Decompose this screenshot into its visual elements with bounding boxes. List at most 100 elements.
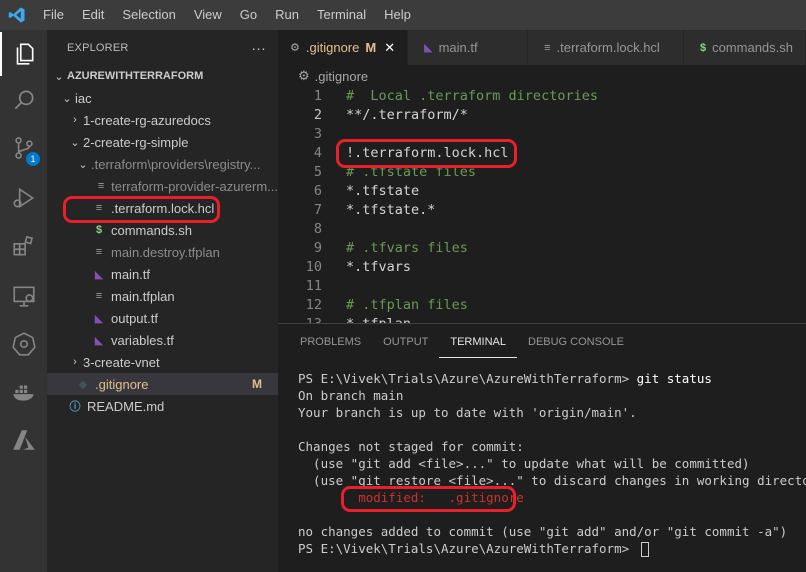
- tree-item[interactable]: ⌄ iac: [47, 87, 278, 109]
- menu-terminal[interactable]: Terminal: [308, 0, 375, 30]
- terminal-line: no changes added to commit (use "git add…: [298, 523, 787, 540]
- tree-item-label: main.tf: [111, 266, 151, 282]
- menu-file[interactable]: File: [34, 0, 73, 30]
- run-debug-icon[interactable]: [0, 176, 47, 220]
- editor-tabs: ⚙ .gitignore M ✕ ◣ main.tf ≡ .terraform.lock.hc…: [278, 30, 806, 65]
- chevron-right-icon[interactable]: ›: [67, 114, 83, 126]
- file-lines-icon: ≡: [544, 41, 551, 54]
- code-text: *.tfvars: [346, 259, 412, 275]
- terminal-line: PS E:\Vivek\Trials\Azure\AzureWithTerraf…: [298, 370, 712, 387]
- code-line: 7 *.tfstate.*: [278, 201, 806, 220]
- tab-main-tf[interactable]: ◣ main.tf: [408, 30, 529, 65]
- file-lines-icon: ≡: [95, 290, 103, 302]
- tree-item[interactable]: ⓘ README.md: [47, 395, 278, 417]
- tab-gitignore[interactable]: ⚙ .gitignore M ✕: [278, 30, 409, 65]
- tree-item-label: 3-create-vnet: [83, 354, 160, 370]
- chevron-down-icon[interactable]: ⌄: [59, 92, 75, 105]
- code-line: 6 *.tfstate: [278, 182, 806, 201]
- tree-item[interactable]: ≡ main.tfplan: [47, 285, 278, 307]
- tree-item-label: .terraform\providers\registry...: [91, 156, 261, 172]
- title-bar: File Edit Selection View Go Run Terminal Help: [0, 0, 806, 30]
- tree-item-label: 1-create-rg-azuredocs: [83, 112, 211, 128]
- chevron-down-icon[interactable]: ⌄: [51, 70, 67, 83]
- terminal-line: PS E:\Vivek\Trials\Azure\AzureWithTerraf…: [298, 540, 649, 557]
- extensions-icon[interactable]: [0, 224, 47, 268]
- kubernetes-icon[interactable]: [0, 322, 47, 366]
- terraform-icon: ◣: [424, 42, 433, 54]
- explorer-files-icon[interactable]: [0, 32, 47, 76]
- tree-item[interactable]: ⌄ 2-create-rg-simple: [47, 131, 278, 153]
- panel-tab-output[interactable]: OUTPUT: [372, 324, 439, 359]
- terminal-line: (use "git add <file>..." to update what …: [298, 455, 750, 472]
- tab-terraform-lock-hcl[interactable]: ≡ .terraform.lock.hcl: [528, 30, 684, 65]
- source-control-icon[interactable]: 1: [0, 126, 47, 170]
- tab-label: .gitignore: [305, 40, 360, 55]
- docker-icon[interactable]: [0, 370, 47, 414]
- highlight-modified-gitignore: [341, 486, 516, 512]
- code-line: 11: [278, 277, 806, 296]
- info-icon: ⓘ: [69, 401, 81, 413]
- tree-item-label: .gitignore: [95, 376, 149, 392]
- code-editor[interactable]: 1 # Local .terraform directories 2 **/.terr…: [278, 87, 806, 323]
- terminal-text: Your branch is up to date with 'origin/m…: [298, 405, 637, 420]
- close-icon[interactable]: ✕: [384, 40, 395, 56]
- source-control-badge: 1: [26, 152, 40, 166]
- line-number: 5: [313, 164, 322, 180]
- tree-item[interactable]: ≡ main.destroy.tfplan: [47, 241, 278, 263]
- code-text: *.tfplan: [346, 315, 411, 323]
- explorer-header: EXPLORER ···: [47, 30, 278, 65]
- line-number: 2: [313, 107, 322, 123]
- code-line: 8: [278, 220, 806, 239]
- activity-bar: 1: [0, 30, 47, 572]
- terminal-text: no changes added to commit (use "git add…: [298, 524, 788, 539]
- tree-item[interactable]: ⌄ AZUREWITHTERRAFORM: [47, 65, 278, 87]
- line-number: 11: [305, 278, 322, 294]
- panel-tab-problems[interactable]: PROBLEMS: [278, 324, 372, 359]
- terraform-icon: ◣: [94, 268, 104, 281]
- tree-item[interactable]: › 3-create-vnet: [47, 351, 278, 373]
- menu-help[interactable]: Help: [375, 0, 420, 30]
- panel-tabs: PROBLEMS OUTPUT TERMINAL DEBUG CONSOLE: [278, 324, 635, 359]
- menu-selection[interactable]: Selection: [113, 0, 184, 30]
- line-number: 10: [305, 259, 322, 275]
- chevron-down-icon[interactable]: ⌄: [75, 158, 91, 171]
- tree-item[interactable]: ◣ variables.tf: [47, 329, 278, 351]
- terminal-line: Your branch is up to date with 'origin/m…: [298, 404, 637, 421]
- tab-commands-sh[interactable]: $ commands.sh: [683, 30, 806, 65]
- chevron-down-icon[interactable]: ⌄: [67, 136, 83, 149]
- menu-go[interactable]: Go: [231, 0, 266, 30]
- tree-item[interactable]: ≡ terraform-provider-azurerm...: [47, 175, 278, 197]
- tree-item-label: AZUREWITHTERRAFORM: [67, 70, 204, 82]
- tree-item-label: commands.sh: [111, 222, 192, 238]
- more-actions-icon[interactable]: ···: [251, 40, 266, 56]
- terraform-icon: ◣: [94, 334, 104, 347]
- menu-view[interactable]: View: [185, 0, 231, 30]
- tree-item[interactable]: ◆ .gitignore M: [47, 373, 278, 395]
- menu-run[interactable]: Run: [266, 0, 308, 30]
- tree-item[interactable]: ◣ main.tf: [47, 263, 278, 285]
- tree-item[interactable]: ◣ output.tf: [47, 307, 278, 329]
- code-text: # .tfplan files: [346, 297, 468, 313]
- panel-tab-debug-console[interactable]: DEBUG CONSOLE: [517, 324, 635, 359]
- tree-item[interactable]: ⌄ .terraform\providers\registry...: [47, 153, 278, 175]
- menu-edit[interactable]: Edit: [73, 0, 113, 30]
- terminal-text: On branch main: [298, 388, 404, 403]
- remote-explorer-icon[interactable]: [0, 274, 47, 318]
- line-number: 7: [313, 202, 322, 218]
- breadcrumb-file[interactable]: .gitignore: [315, 69, 368, 84]
- chevron-right-icon[interactable]: ›: [67, 356, 83, 368]
- terminal-line: On branch main: [298, 387, 403, 404]
- search-icon[interactable]: [0, 78, 47, 122]
- tree-item[interactable]: › 1-create-rg-azuredocs: [47, 109, 278, 131]
- terminal-line: Changes not staged for commit:: [298, 438, 524, 455]
- terminal-text: PS E:\Vivek\Trials\Azure\AzureWithTerraf…: [298, 371, 637, 386]
- terminal-cursor[interactable]: [640, 542, 649, 557]
- gear-icon: ⚙: [298, 68, 310, 83]
- line-number: 12: [305, 297, 322, 313]
- modified-status-badge: M: [252, 377, 262, 391]
- code-text: **/.terraform/*: [346, 107, 468, 123]
- line-number: 8: [313, 221, 322, 237]
- azure-icon[interactable]: [0, 418, 47, 462]
- tree-item-label: iac: [75, 90, 92, 106]
- panel-tab-terminal[interactable]: TERMINAL: [439, 324, 517, 358]
